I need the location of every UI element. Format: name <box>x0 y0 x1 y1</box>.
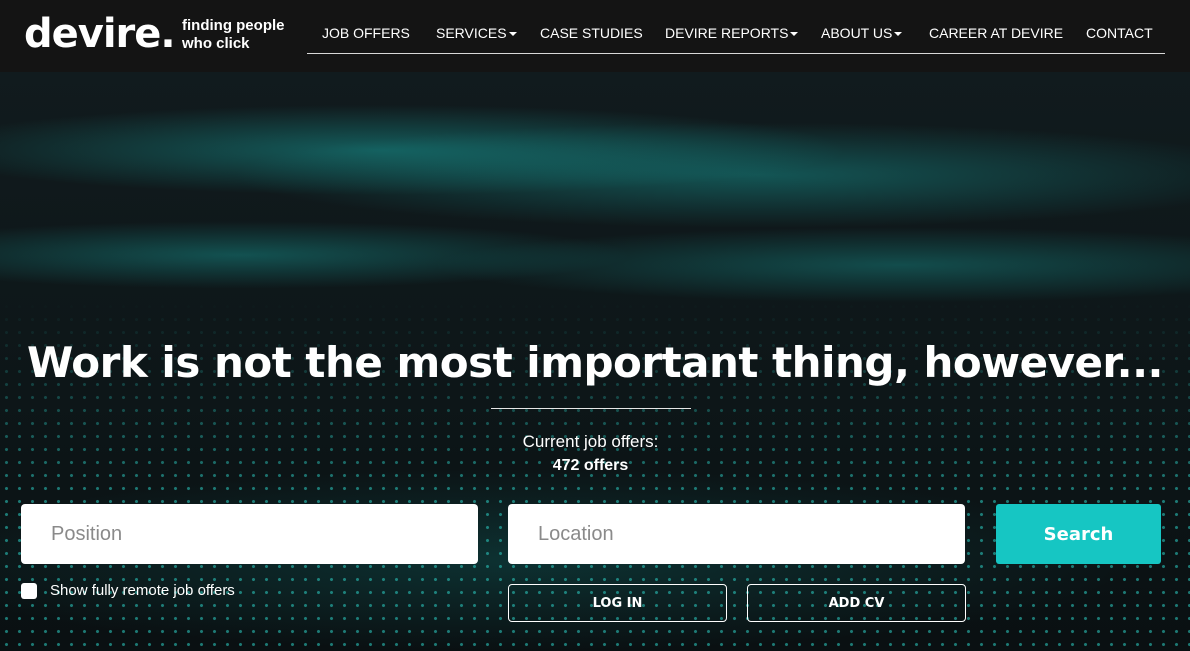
headline-divider <box>491 408 691 409</box>
tagline-line-2: who click <box>182 35 250 52</box>
nav-about-us-label: ABOUT US <box>821 25 893 41</box>
chevron-down-icon <box>894 32 903 36</box>
nav-services[interactable]: SERVICES <box>436 25 517 41</box>
nav-contact[interactable]: CONTACT <box>1086 25 1153 41</box>
nav-career-label: CAREER AT DEVIRE <box>929 25 1064 41</box>
search-button[interactable]: Search <box>996 504 1161 564</box>
brand-tagline: finding people who click <box>182 17 285 53</box>
site-header: devire. finding people who click JOB OFF… <box>0 0 1190 72</box>
devire-logo[interactable]: devire. <box>24 12 176 56</box>
log-in-button[interactable]: LOG IN <box>508 584 727 622</box>
chevron-down-icon <box>508 32 517 36</box>
add-cv-button[interactable]: ADD CV <box>747 584 966 622</box>
nav-devire-reports[interactable]: DEVIRE REPORTS <box>665 25 799 41</box>
nav-devire-reports-label: DEVIRE REPORTS <box>665 25 789 41</box>
remote-offers-label: Show fully remote job offers <box>50 582 235 599</box>
nav-case-studies-label: CASE STUDIES <box>540 25 643 41</box>
hero-headline: Work is not the most important thing, ho… <box>26 338 1164 387</box>
remote-offers-toggle[interactable]: Show fully remote job offers <box>21 582 235 599</box>
position-input[interactable] <box>21 504 478 564</box>
location-input[interactable] <box>508 504 965 564</box>
nav-case-studies[interactable]: CASE STUDIES <box>540 25 643 41</box>
nav-contact-label: CONTACT <box>1086 25 1153 41</box>
nav-career[interactable]: CAREER AT DEVIRE <box>929 25 1063 41</box>
tagline-line-1: finding people <box>182 17 285 34</box>
remote-offers-checkbox[interactable] <box>21 582 37 599</box>
offers-count: 472 offers <box>552 457 629 474</box>
main-nav: JOB OFFERS SERVICES CASE STUDIES DEVIRE … <box>307 14 1165 54</box>
nav-services-label: SERVICES <box>436 25 507 41</box>
nav-about-us[interactable]: ABOUT US <box>821 25 903 41</box>
nav-job-offers[interactable]: JOB OFFERS <box>322 25 410 41</box>
current-offers-label: Current job offers: <box>522 432 659 451</box>
chevron-down-icon <box>790 32 799 36</box>
nav-job-offers-label: JOB OFFERS <box>322 25 410 41</box>
